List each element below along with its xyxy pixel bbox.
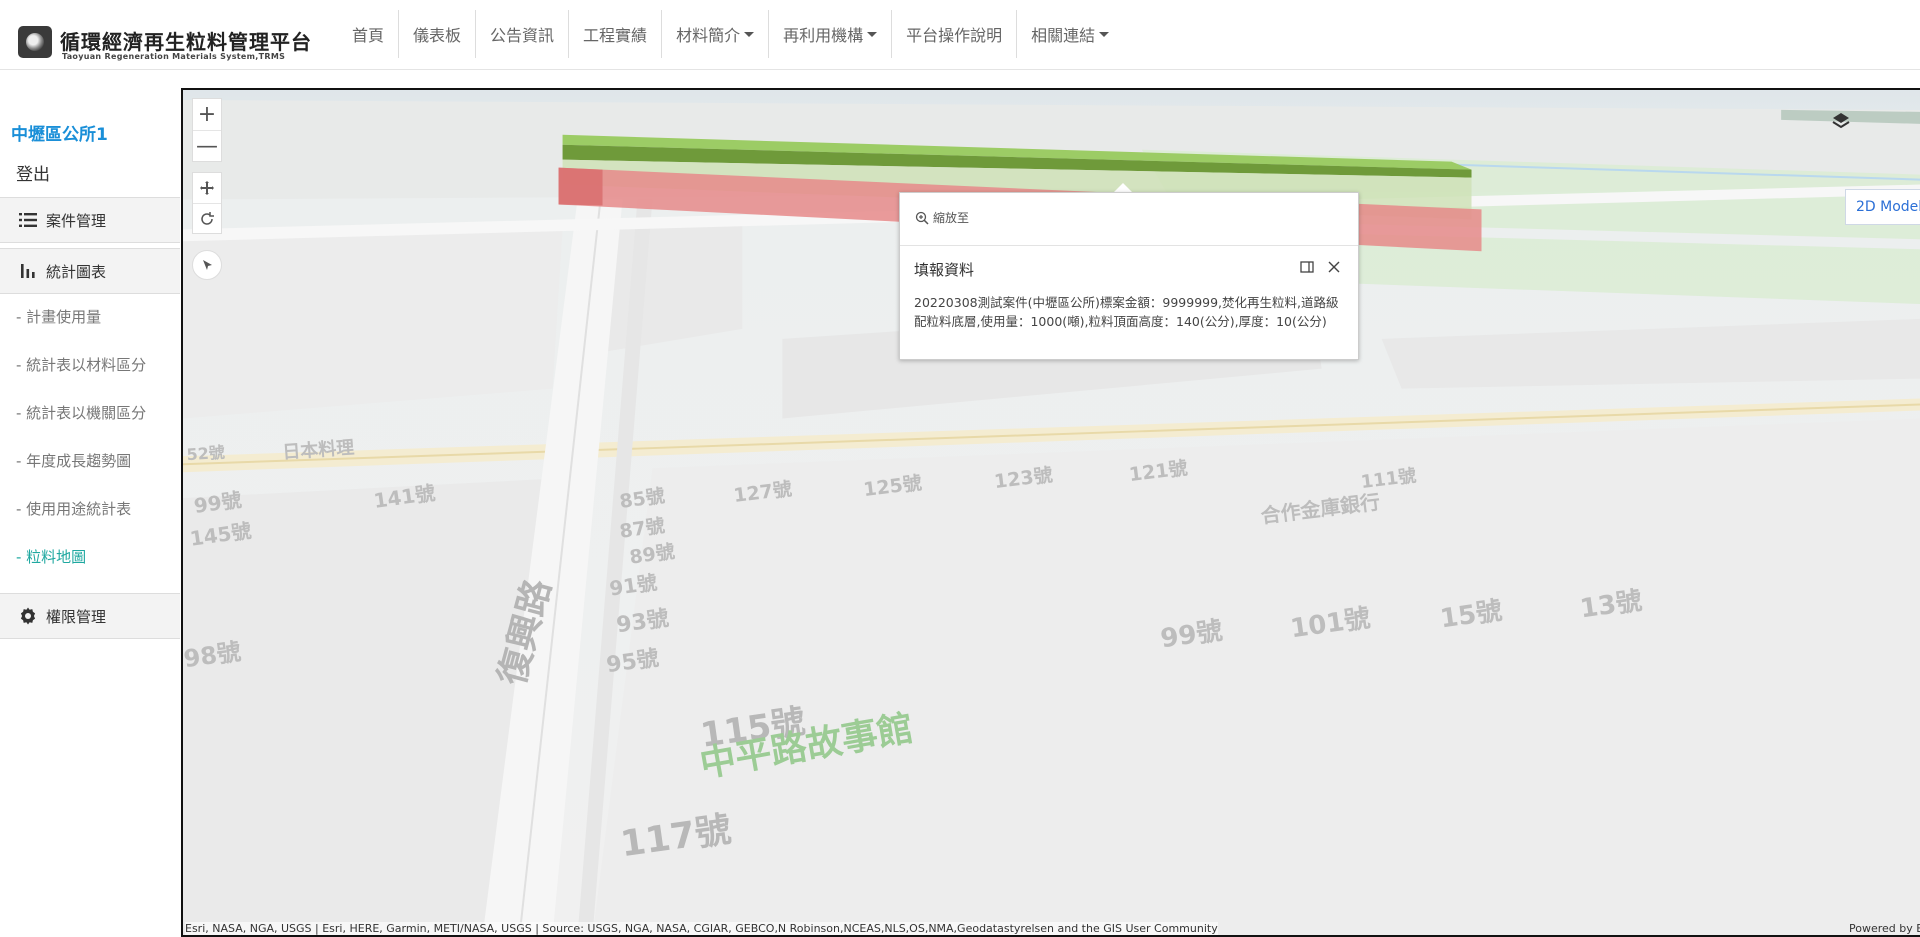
submenu-annual-trend[interactable]: - 年度成長趨勢圖 bbox=[0, 436, 180, 484]
nav-label: 相關連結 bbox=[1031, 26, 1096, 45]
zoom-in-magnifier-icon bbox=[915, 211, 929, 225]
dock-icon[interactable] bbox=[1298, 258, 1316, 276]
2d-model-toggle-button[interactable]: 2D Model bbox=[1845, 189, 1920, 225]
popup-content: 20220308測試案件(中壢區公所)標案金額：9999999,焚化再生粒料,道… bbox=[914, 295, 1339, 329]
user-name: 中壢區公所1 bbox=[11, 125, 108, 145]
nav-label: 工程實績 bbox=[583, 26, 648, 45]
submenu-label: - 年度成長趨勢圖 bbox=[16, 451, 132, 470]
logout-link[interactable]: 登出 bbox=[16, 160, 50, 185]
caret-down-icon bbox=[867, 31, 878, 37]
site-logo[interactable]: 循環經濟再生粒料管理平台 Taoyuan Regeneration Materi… bbox=[16, 20, 311, 68]
caret-down-icon bbox=[744, 31, 755, 37]
bar-chart-icon bbox=[21, 264, 35, 278]
sidebar-item-statistics[interactable]: 統計圖表 bbox=[0, 248, 180, 294]
map-attribution: Esri, NASA, NGA, USGS | Esri, HERE, Garm… bbox=[185, 922, 1218, 935]
nav-announcements[interactable]: 公告資訊 bbox=[475, 10, 568, 58]
logo-icon bbox=[18, 26, 52, 58]
submenu-plan-usage[interactable]: - 計畫使用量 bbox=[0, 292, 180, 340]
nav-dashboard[interactable]: 儀表板 bbox=[398, 10, 475, 58]
gear-icon bbox=[20, 607, 36, 625]
rotate-button[interactable] bbox=[193, 203, 221, 233]
nav-label: 材料簡介 bbox=[676, 26, 741, 45]
map-view[interactable]: 99號 145號 141號 127號 125號 123號 121號 85號 87… bbox=[181, 88, 1920, 937]
submenu-label: - 統計表以機關區分 bbox=[16, 403, 147, 422]
popup-title: 填報資料 bbox=[914, 261, 975, 279]
nav-reuse-agencies-dropdown[interactable]: 再利用機構 bbox=[768, 10, 891, 58]
sidebar-item-case-management[interactable]: 案件管理 bbox=[0, 197, 180, 243]
submenu-aggregate-map[interactable]: - 粒料地圖 bbox=[0, 532, 180, 580]
layers-icon bbox=[1832, 113, 1850, 129]
powered-by-link[interactable]: Powered by E bbox=[1849, 922, 1920, 935]
submenu-stats-by-agency[interactable]: - 統計表以機關區分 bbox=[0, 388, 180, 436]
zoom-controls: + — bbox=[192, 98, 222, 162]
feature-popup: 縮放至 填報資料 20220308測試案件(中壢區公所)標案金額：9999999… bbox=[899, 192, 1359, 360]
zoom-in-button[interactable]: + bbox=[193, 99, 221, 130]
caret-down-icon bbox=[1099, 31, 1110, 37]
compass-pointer-icon bbox=[203, 260, 212, 270]
nav-label: 平台操作說明 bbox=[906, 26, 1003, 45]
submenu-label: - 使用用途統計表 bbox=[16, 499, 132, 518]
submenu-stats-by-material[interactable]: - 統計表以材料區分 bbox=[0, 340, 180, 388]
submenu-label: - 計畫使用量 bbox=[16, 307, 102, 326]
submenu-label: - 粒料地圖 bbox=[16, 547, 87, 566]
popup-zoom-label: 縮放至 bbox=[933, 211, 970, 225]
submenu-label: - 統計表以材料區分 bbox=[16, 355, 147, 374]
compass-button[interactable] bbox=[192, 250, 222, 280]
navigation-controls bbox=[192, 172, 222, 234]
sidebar-item-label: 統計圖表 bbox=[46, 262, 107, 281]
nav-label: 再利用機構 bbox=[783, 26, 864, 45]
popup-divider bbox=[900, 245, 1358, 246]
zoom-out-button[interactable]: — bbox=[193, 130, 221, 161]
main-nav: 首頁 儀表板 公告資訊 工程實績 材料簡介 再利用機構 平台操作說明 相關連結 bbox=[338, 10, 1123, 58]
sidebar-item-label: 權限管理 bbox=[46, 607, 107, 626]
popup-zoom-to-action[interactable]: 縮放至 bbox=[915, 209, 969, 226]
move-icon bbox=[200, 181, 214, 195]
statistics-submenu: - 計畫使用量 - 統計表以材料區分 - 統計表以機關區分 - 年度成長趨勢圖 … bbox=[0, 292, 180, 580]
map-label-addr: 52號 bbox=[186, 443, 225, 465]
list-icon bbox=[19, 213, 37, 227]
logo-subtitle: Taoyuan Regeneration Materials System,TR… bbox=[62, 52, 286, 61]
rotate-icon bbox=[201, 211, 214, 225]
sidebar-item-permissions[interactable]: 權限管理 bbox=[0, 593, 180, 639]
nav-label: 首頁 bbox=[352, 26, 385, 45]
sidebar: 中壢區公所1 登出 案件管理 統計圖表 - 計畫使用量 - 統計表以材料區分 -… bbox=[0, 70, 180, 937]
pan-button[interactable] bbox=[193, 173, 221, 203]
nav-label: 公告資訊 bbox=[490, 26, 555, 45]
nav-operation-guide[interactable]: 平台操作說明 bbox=[891, 10, 1016, 58]
nav-label: 儀表板 bbox=[413, 26, 462, 45]
layer-list-button[interactable] bbox=[1826, 106, 1856, 136]
top-navbar: 循環經濟再生粒料管理平台 Taoyuan Regeneration Materi… bbox=[0, 0, 1920, 70]
nav-projects[interactable]: 工程實績 bbox=[568, 10, 661, 58]
sidebar-item-label: 案件管理 bbox=[46, 211, 107, 230]
nav-related-links-dropdown[interactable]: 相關連結 bbox=[1016, 10, 1123, 58]
submenu-usage-purpose[interactable]: - 使用用途統計表 bbox=[0, 484, 180, 532]
close-icon[interactable] bbox=[1325, 258, 1343, 276]
nav-home[interactable]: 首頁 bbox=[338, 10, 398, 58]
nav-materials-dropdown[interactable]: 材料簡介 bbox=[661, 10, 768, 58]
logo-title: 循環經濟再生粒料管理平台 bbox=[60, 30, 312, 54]
